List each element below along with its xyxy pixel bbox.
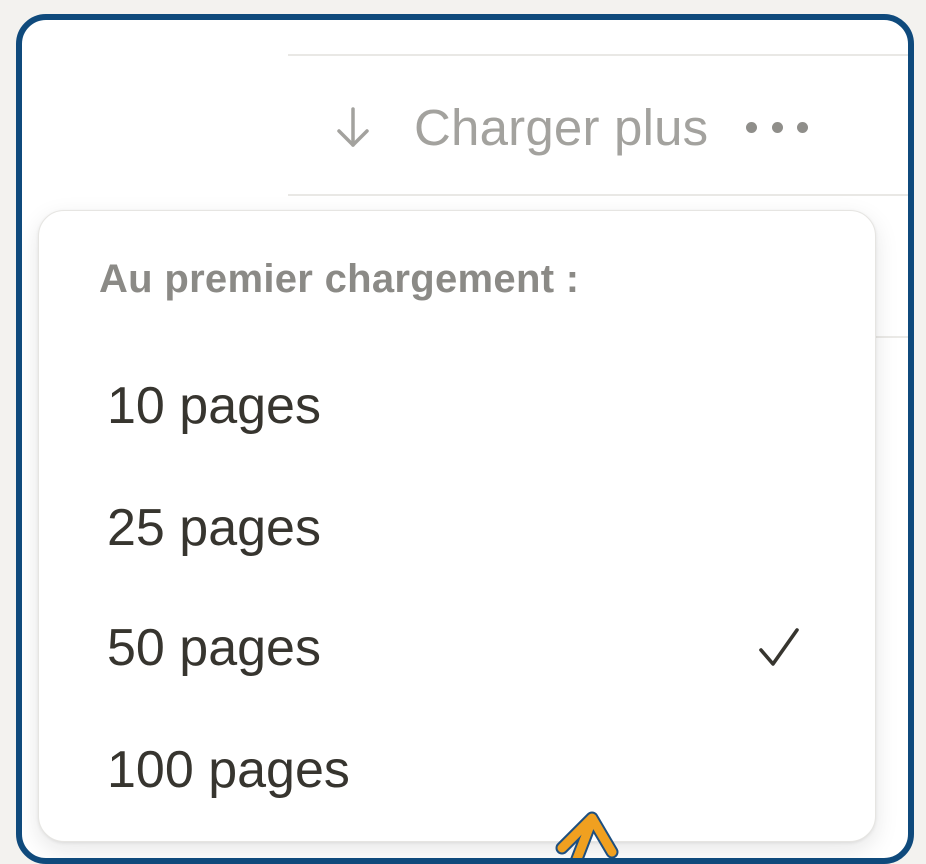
divider-top xyxy=(288,54,908,56)
load-more-label: Charger plus xyxy=(414,98,709,156)
checkmark-icon xyxy=(755,624,803,672)
option-25-pages[interactable]: 25 pages xyxy=(39,473,875,583)
option-label: 100 pages xyxy=(107,741,350,799)
option-label: 50 pages xyxy=(107,619,321,677)
dropdown-heading: Au premier chargement : xyxy=(99,257,580,301)
load-more-button[interactable]: Charger plus xyxy=(328,92,809,162)
option-10-pages[interactable]: 10 pages xyxy=(39,351,875,461)
option-label: 25 pages xyxy=(107,499,321,557)
arrow-down-icon xyxy=(328,102,378,152)
option-label: 10 pages xyxy=(107,377,321,435)
initial-load-dropdown: Au premier chargement : 10 pages 25 page… xyxy=(38,210,876,842)
more-horizontal-icon[interactable] xyxy=(746,117,809,137)
option-100-pages[interactable]: 100 pages xyxy=(39,715,875,825)
option-50-pages[interactable]: 50 pages xyxy=(39,593,875,703)
pointer-arrow-icon xyxy=(555,811,619,858)
window-frame: Charger plus Au premier chargement : 10 … xyxy=(16,14,914,864)
divider-middle xyxy=(288,194,908,196)
